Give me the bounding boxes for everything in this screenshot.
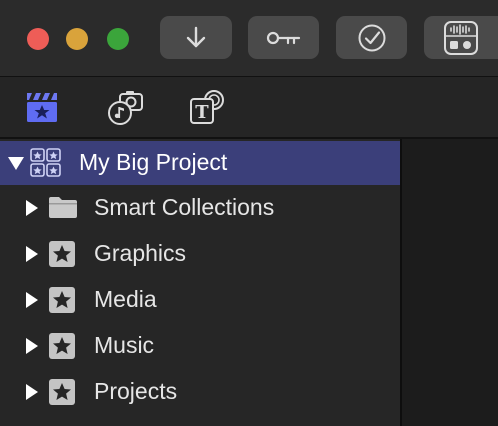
checkmark-circle-icon <box>358 24 385 51</box>
disclosure-triangle-collapsed-icon[interactable] <box>26 384 38 400</box>
sidebar-item-projects[interactable]: Projects <box>0 369 400 415</box>
waveform-icon <box>444 20 478 55</box>
import-button[interactable] <box>160 16 232 59</box>
audio-tools-button[interactable] <box>424 16 498 59</box>
disclosure-triangle-expanded-icon[interactable] <box>8 157 24 170</box>
disclosure-triangle-collapsed-icon[interactable] <box>26 246 38 262</box>
title-bar <box>0 0 498 76</box>
sidebar-item-label: Projects <box>94 378 178 404</box>
keyword-editor-button[interactable] <box>248 16 319 59</box>
star-event-icon <box>49 333 75 359</box>
library-icon <box>30 148 61 177</box>
minimize-window-button[interactable] <box>66 28 88 50</box>
close-window-button[interactable] <box>27 28 49 50</box>
sidebar-item-label: Graphics <box>94 240 187 266</box>
sidebar-item-smart-collections[interactable]: Smart Collections <box>0 185 400 231</box>
disclosure-triangle-collapsed-icon[interactable] <box>26 338 38 354</box>
zoom-window-button[interactable] <box>107 28 129 50</box>
star-event-icon <box>49 379 75 405</box>
background-tasks-button[interactable] <box>336 16 407 59</box>
folder-icon <box>49 197 77 218</box>
tab-photos-and-audio[interactable] <box>106 87 146 127</box>
star-event-icon <box>49 287 75 313</box>
sidebar-item-media[interactable]: Media <box>0 277 400 323</box>
sidebar-item-music[interactable]: Music <box>0 323 400 369</box>
download-arrow-icon <box>186 26 206 47</box>
title-t-icon: T <box>190 90 224 124</box>
sidebar-item-label: Media <box>94 286 157 312</box>
disclosure-triangle-collapsed-icon[interactable] <box>26 200 38 216</box>
libraries-sidebar: My Big Project Smart Collections Graphic… <box>0 139 400 426</box>
library-row-my-big-project[interactable]: My Big Project <box>0 141 400 185</box>
star-event-icon <box>49 241 75 267</box>
sidebar-item-label: Smart Collections <box>94 194 275 220</box>
sidebar-item-label: Music <box>94 332 155 358</box>
svg-text:T: T <box>195 102 209 123</box>
disclosure-triangle-collapsed-icon[interactable] <box>26 292 38 308</box>
browser-pane <box>402 139 498 426</box>
browser-tab-bar: T <box>0 77 498 137</box>
sidebar-item-graphics[interactable]: Graphics <box>0 231 400 277</box>
tab-libraries[interactable] <box>22 87 62 127</box>
key-icon <box>266 31 300 44</box>
library-label: My Big Project <box>79 149 228 175</box>
tab-titles-and-generators[interactable]: T <box>188 87 228 127</box>
clapper-star-icon <box>27 93 57 122</box>
camera-music-icon <box>108 91 143 125</box>
